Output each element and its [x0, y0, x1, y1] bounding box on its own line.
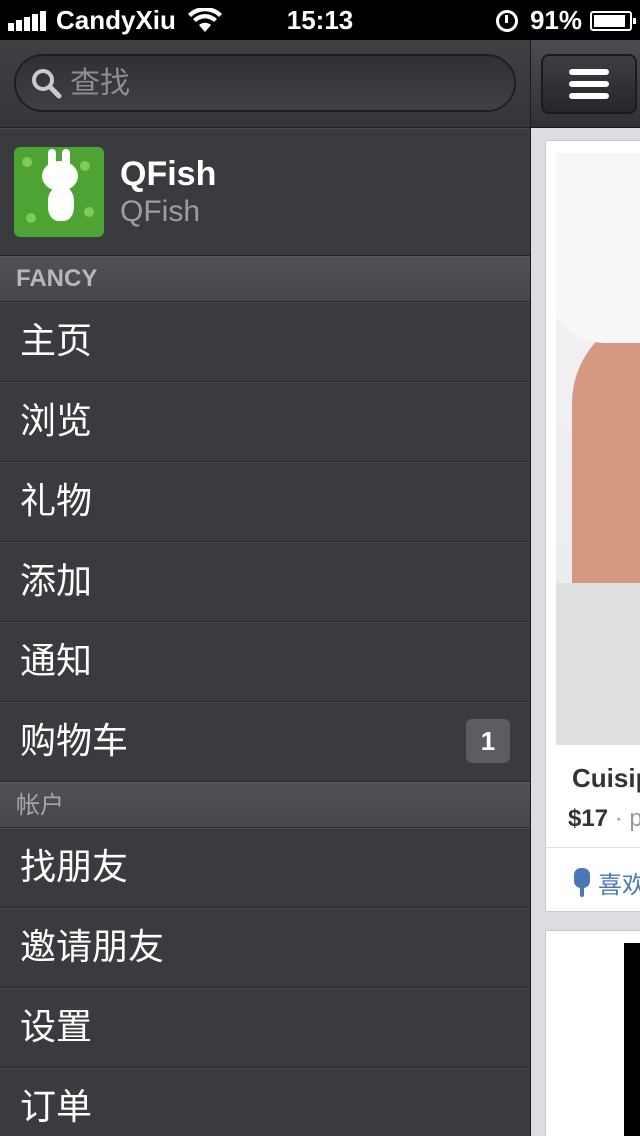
menu-item-label: 找朋友: [20, 847, 129, 888]
price-suffix: p: [629, 805, 640, 832]
menu-item-label: 通知: [20, 641, 93, 682]
menu-item-browse[interactable]: 浏览: [0, 382, 530, 462]
menu-item-label: 主页: [20, 321, 93, 362]
main-content-panel[interactable]: Cuisip $17 · p 喜欢: [530, 40, 640, 1136]
product-card[interactable]: Cuisip $17 · p 喜欢: [545, 140, 640, 912]
product-price: $17 · p: [568, 805, 640, 833]
menu-item-label: 添加: [20, 561, 93, 602]
battery-percent: 91%: [529, 5, 582, 35]
menu-item-find-friends[interactable]: 找朋友: [0, 828, 530, 908]
menu-item-invite-friends[interactable]: 邀请朋友: [0, 908, 530, 988]
menu-item-label: 礼物: [20, 481, 93, 522]
popsicle-like-icon: [574, 867, 590, 897]
menu-item-label: 设置: [20, 1007, 93, 1048]
card-divider: [546, 847, 640, 848]
avatar: [14, 147, 104, 237]
product-image[interactable]: [556, 153, 640, 745]
menu-item-home[interactable]: 主页: [0, 302, 530, 382]
like-button[interactable]: 喜欢: [574, 865, 640, 900]
like-label: 喜欢: [598, 871, 640, 899]
menu-item-label: 邀请朋友: [20, 927, 165, 968]
alarm-clock-icon: [495, 9, 518, 32]
menu-item-cart[interactable]: 购物车 1: [0, 702, 530, 782]
profile-username: QFish: [120, 195, 201, 228]
search-bar: [0, 40, 530, 128]
menu-item-gifts[interactable]: 礼物: [0, 462, 530, 542]
price-value: $17: [568, 805, 609, 832]
section-header-fancy: FANCY: [0, 256, 530, 302]
product-title[interactable]: Cuisip: [572, 763, 640, 794]
search-input[interactable]: [70, 65, 470, 101]
cart-count-badge: 1: [466, 719, 510, 763]
section-header-account: 帐户: [0, 782, 530, 828]
search-field[interactable]: [14, 54, 516, 112]
menu-item-settings[interactable]: 设置: [0, 988, 530, 1068]
product-image[interactable]: [624, 943, 640, 1136]
top-nav-bar: [531, 40, 640, 128]
price-separator: ·: [614, 805, 623, 832]
menu-item-label: 订单: [20, 1087, 93, 1128]
menu-item-label: 购物车: [20, 721, 129, 762]
battery-icon: [590, 10, 636, 31]
menu-item-add[interactable]: 添加: [0, 542, 530, 622]
menu-item-orders[interactable]: 订单: [0, 1068, 530, 1136]
search-icon: [32, 69, 62, 99]
status-bar: CandyXiu 15:13 91%: [0, 0, 640, 40]
menu-item-notifications[interactable]: 通知: [0, 622, 530, 702]
profile-name: QFish: [120, 155, 217, 193]
menu-item-label: 浏览: [20, 401, 93, 442]
sidebar-menu: QFish QFish FANCY 主页 浏览 礼物 添加 通知 购物车 1 帐…: [0, 40, 530, 1136]
product-card[interactable]: [545, 930, 640, 1136]
hamburger-menu-button[interactable]: [541, 54, 637, 114]
profile-row[interactable]: QFish QFish: [0, 128, 530, 256]
hamburger-icon: [569, 69, 609, 75]
